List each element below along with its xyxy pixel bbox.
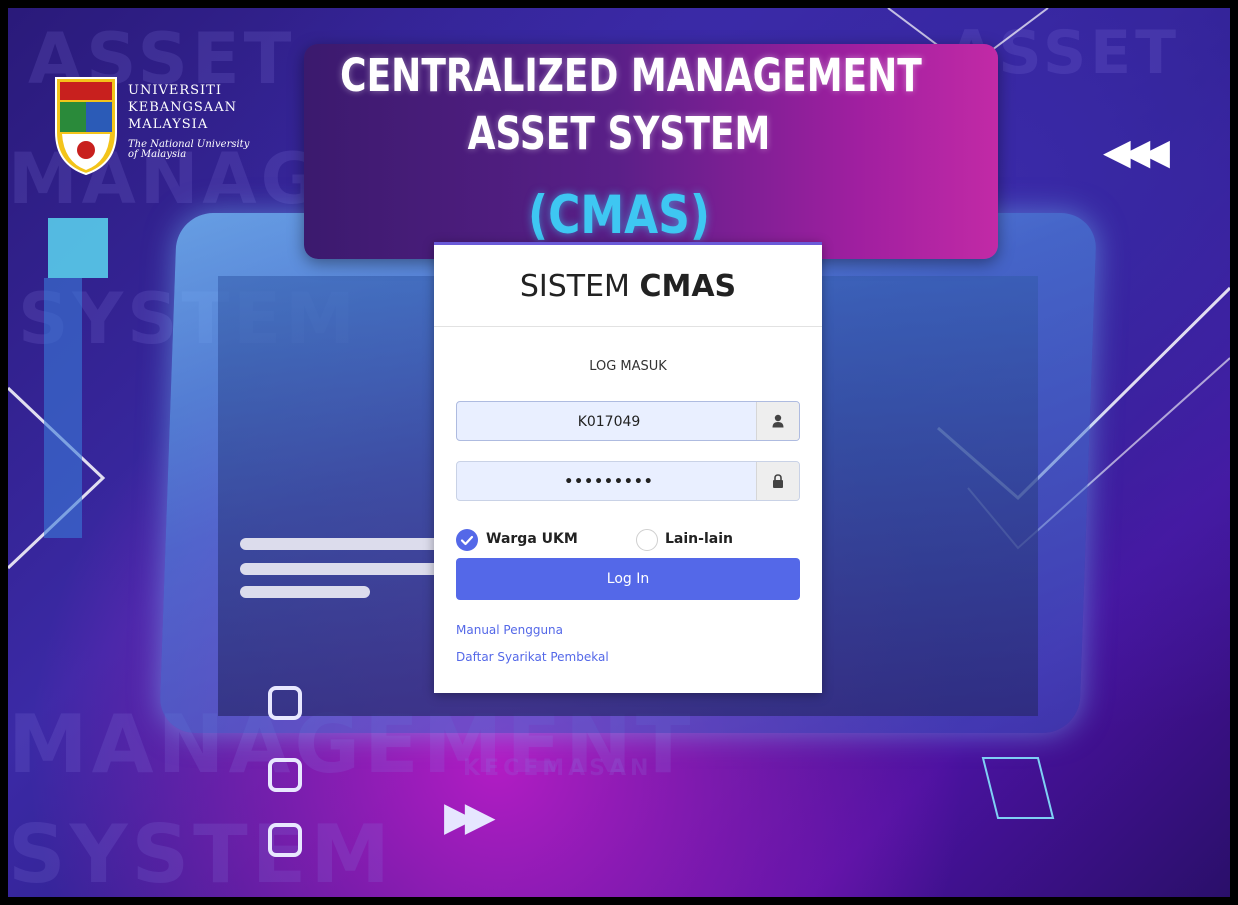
university-name-line2: KEBANGSAAN	[128, 100, 237, 115]
university-tagline-line2: of Malaysia	[128, 149, 187, 160]
username-addon	[756, 402, 799, 440]
university-name: UNIVERSITI KEBANGSAAN MALAYSIA	[128, 82, 237, 133]
card-title-bold: CMAS	[639, 269, 737, 304]
double-play-icon: ▶▶	[444, 794, 495, 840]
radio-warga-ukm[interactable]	[456, 529, 478, 551]
university-name-line3: MALAYSIA	[128, 117, 209, 132]
login-subtitle: LOG MASUK	[589, 359, 667, 374]
decorative-bar	[240, 538, 440, 550]
radio-lain-lain[interactable]	[636, 529, 658, 551]
ukm-logo: UNIVERSITI KEBANGSAAN MALAYSIA The Natio…	[52, 72, 262, 182]
user-type-radio-group: Warga UKM Lain-lain	[456, 527, 800, 553]
decorative-ring	[268, 823, 302, 857]
check-icon	[460, 535, 474, 546]
card-title: SISTEM CMAS	[434, 269, 822, 304]
login-button[interactable]: Log In	[456, 558, 800, 600]
manual-pengguna-link[interactable]: Manual Pengguna	[456, 623, 563, 637]
university-tagline: The National University of Malaysia	[128, 140, 249, 160]
decorative-bar	[240, 586, 370, 598]
password-addon	[756, 462, 799, 500]
username-input[interactable]	[457, 402, 761, 440]
banner-title-acronym: (CMAS)	[527, 184, 711, 247]
radio-warga-ukm-label[interactable]: Warga UKM	[486, 531, 578, 547]
password-input[interactable]	[457, 462, 761, 500]
decorative-bar	[240, 563, 450, 575]
radio-lain-lain-label[interactable]: Lain-lain	[665, 531, 733, 547]
username-field[interactable]	[456, 401, 800, 441]
login-card: SISTEM CMAS LOG MASUK Warga UKM Lain-	[434, 242, 822, 693]
decorative-ring	[268, 758, 302, 792]
card-divider	[434, 326, 822, 327]
password-field[interactable]	[456, 461, 800, 501]
decorative-ring	[268, 686, 302, 720]
daftar-syarikat-link[interactable]: Daftar Syarikat Pembekal	[456, 650, 609, 664]
ukm-crest-icon	[55, 77, 117, 176]
lock-icon	[773, 474, 783, 488]
university-name-line1: UNIVERSITI	[128, 83, 222, 98]
card-title-light: SISTEM	[519, 269, 640, 304]
user-icon	[772, 414, 784, 428]
